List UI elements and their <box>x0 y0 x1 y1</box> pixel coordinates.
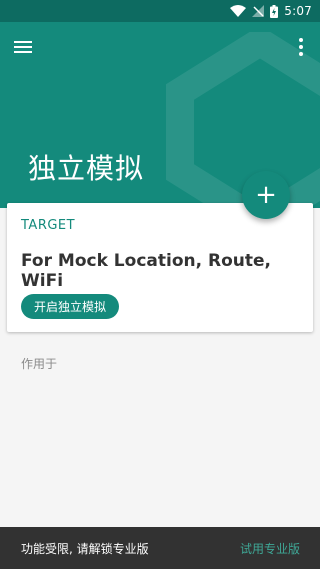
screen: 5:07 独立模拟 + TARGET For Mock Location, Ro… <box>0 0 320 569</box>
location-watermark-icon <box>166 32 320 208</box>
menu-icon[interactable] <box>14 37 36 57</box>
page-title: 独立模拟 <box>28 152 145 185</box>
snackbar: 功能受限, 请解锁专业版 试用专业版 <box>0 527 320 569</box>
try-pro-button[interactable]: 试用专业版 <box>240 540 300 557</box>
add-button[interactable]: + <box>242 171 290 219</box>
wifi-icon <box>230 5 247 17</box>
battery-charging-icon <box>270 4 279 18</box>
start-standalone-simulation-button[interactable]: 开启独立模拟 <box>21 294 120 319</box>
target-card: TARGET For Mock Location, Route, WiFi 开启… <box>7 203 313 332</box>
target-label: TARGET <box>21 218 76 233</box>
status-time: 5:07 <box>284 4 312 18</box>
more-options-icon[interactable] <box>296 37 306 57</box>
snackbar-message: 功能受限, 请解锁专业版 <box>21 541 149 556</box>
target-description: For Mock Location, Route, WiFi <box>21 251 271 291</box>
status-bar: 5:07 <box>0 0 320 22</box>
applies-to-label: 作用于 <box>21 357 58 371</box>
signal-icon <box>252 5 265 17</box>
